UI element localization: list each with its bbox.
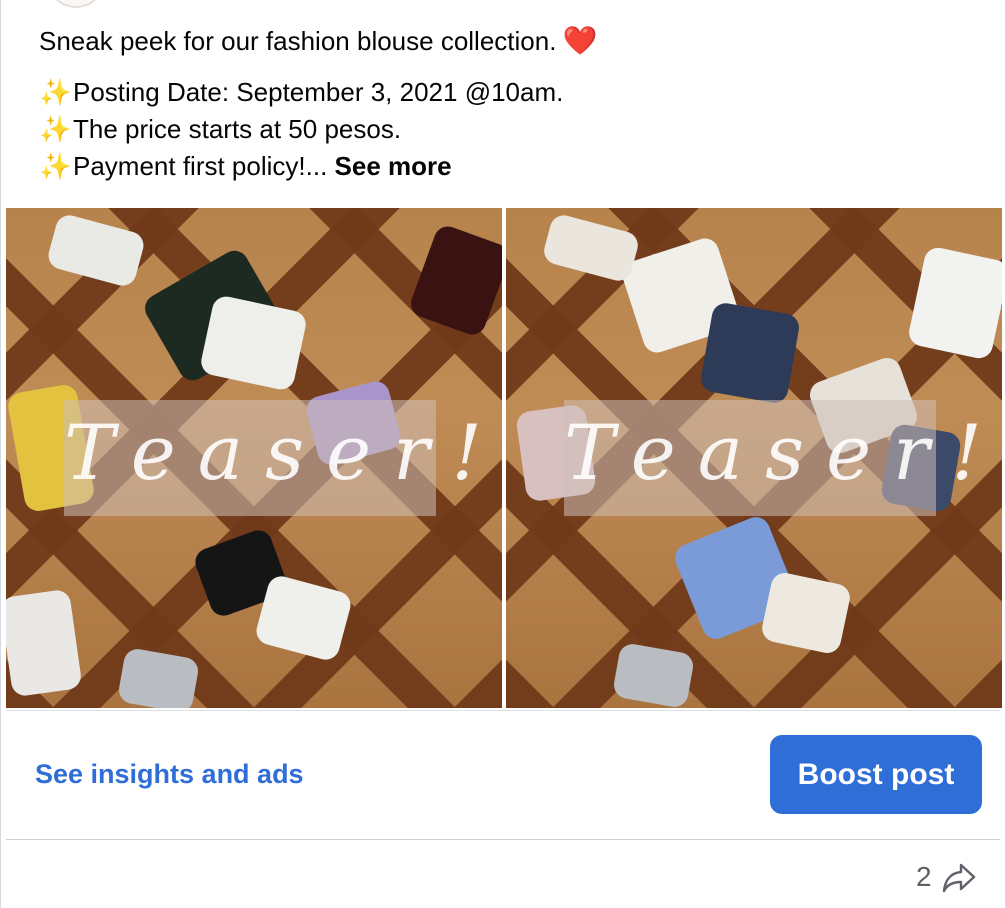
bullet-line: ✨Payment first policy!... See more xyxy=(39,148,969,185)
bullet-text: The price starts at 50 pesos. xyxy=(73,114,402,144)
bullet-line: ✨Posting Date: September 3, 2021 @10am. xyxy=(39,74,969,111)
sparkles-icon: ✨ xyxy=(39,151,72,181)
avatar[interactable] xyxy=(49,0,103,8)
post-card: Sneak peek for our fashion blouse collec… xyxy=(0,0,1006,908)
share-count: 2 xyxy=(916,861,932,892)
teaser-overlay-text: Teaser! xyxy=(564,408,1002,497)
bullet-text: Payment first policy!... xyxy=(73,151,328,181)
post-caption: Sneak peek for our fashion blouse collec… xyxy=(39,22,969,185)
divider xyxy=(6,710,1000,711)
boost-post-button[interactable]: Boost post xyxy=(770,735,982,814)
see-insights-link[interactable]: See insights and ads xyxy=(35,759,304,790)
caption-line: Sneak peek for our fashion blouse collec… xyxy=(39,22,969,60)
caption-text: Sneak peek for our fashion blouse collec… xyxy=(39,26,557,56)
sparkles-icon: ✨ xyxy=(39,114,72,144)
sparkles-icon: ✨ xyxy=(39,77,72,107)
teaser-overlay-text: Teaser! xyxy=(64,408,502,497)
teaser-photo-1[interactable]: Teaser! xyxy=(6,208,502,708)
bullet-line: ✨The price starts at 50 pesos. xyxy=(39,111,969,148)
heart-icon: ❤️ xyxy=(562,25,598,56)
see-more-link[interactable]: See more xyxy=(335,151,452,181)
divider xyxy=(6,839,1000,840)
post-images: Teaser! Teaser! xyxy=(6,208,1002,708)
teaser-photo-2[interactable]: Teaser! xyxy=(506,208,1002,708)
share-arrow-icon[interactable] xyxy=(941,859,977,895)
bullet-text: Posting Date: September 3, 2021 @10am. xyxy=(73,77,564,107)
